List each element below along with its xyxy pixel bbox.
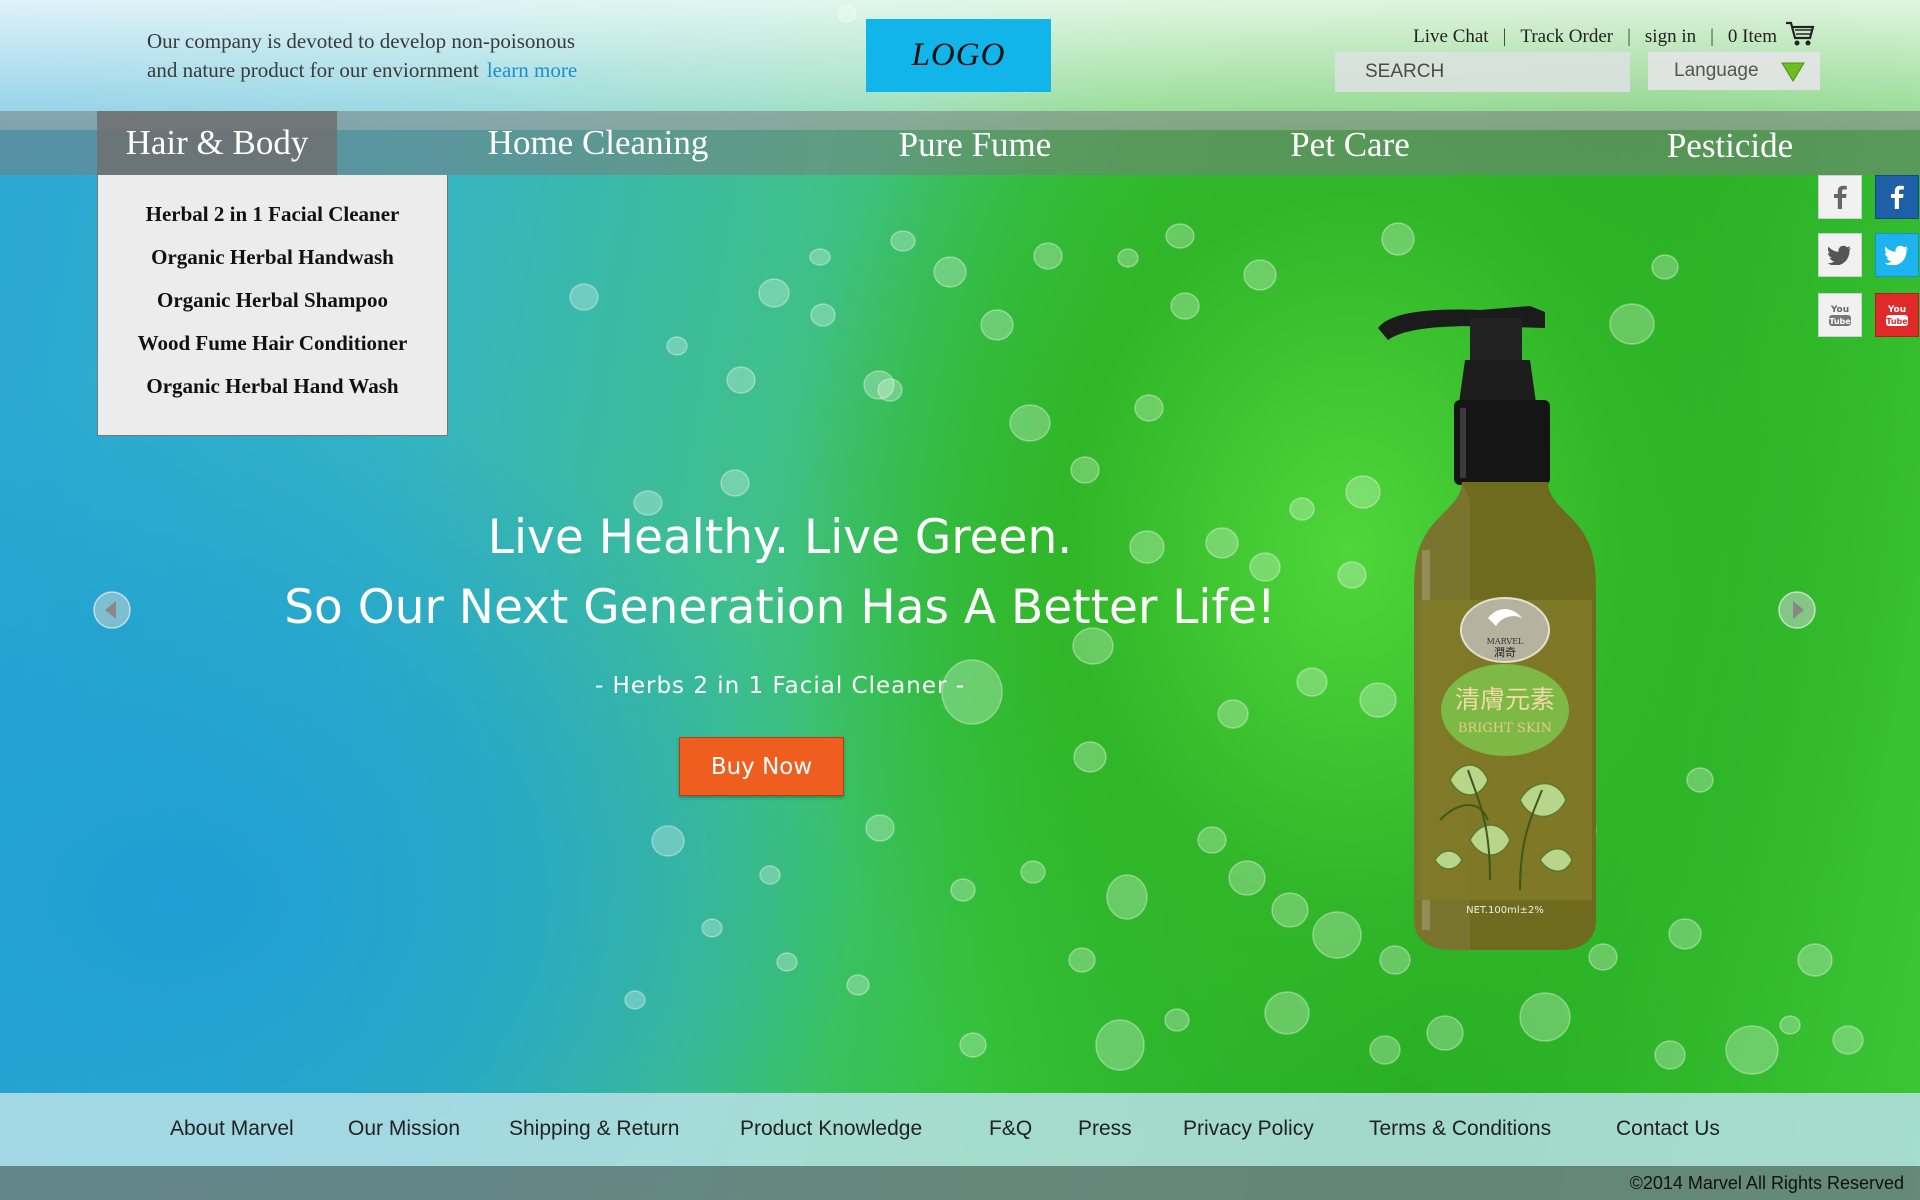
live-chat-link[interactable]: Live Chat bbox=[1413, 26, 1488, 48]
tagline-line-1: Our company is devoted to develop non-po… bbox=[147, 29, 576, 53]
product-brand-cn: 潤奇 bbox=[1494, 646, 1516, 659]
tagline-line-2: and nature product for our enviornment le… bbox=[147, 56, 707, 85]
nav-item-home-cleaning[interactable]: Home Cleaning bbox=[468, 111, 728, 175]
learn-more-link[interactable]: learn more bbox=[487, 58, 577, 82]
tagline-line-2-text: and nature product for our enviornment bbox=[147, 58, 479, 82]
footer-link-press[interactable]: Press bbox=[1078, 1117, 1132, 1141]
separator: | bbox=[1502, 26, 1507, 47]
nav-dropdown-menu: Herbal 2 in 1 Facial Cleaner Organic Her… bbox=[97, 175, 448, 436]
twitter-icon[interactable] bbox=[1875, 233, 1919, 277]
chevron-down-icon bbox=[1780, 61, 1806, 89]
separator: | bbox=[1710, 26, 1714, 47]
nav-item-hair-body[interactable]: Hair & Body bbox=[97, 111, 337, 175]
copyright-bar: ©2014 Marvel All Rights Reserved bbox=[0, 1166, 1920, 1200]
cart-count[interactable]: 0 Item bbox=[1728, 26, 1777, 48]
track-order-link[interactable]: Track Order bbox=[1520, 26, 1613, 48]
footer-link-contact[interactable]: Contact Us bbox=[1616, 1117, 1720, 1141]
product-label-en: BRIGHT SKIN bbox=[1458, 721, 1552, 736]
footer-link-terms[interactable]: Terms & Conditions bbox=[1369, 1117, 1551, 1141]
nav-item-pet-care[interactable]: Pet Care bbox=[1250, 111, 1450, 175]
separator: | bbox=[1627, 26, 1631, 47]
search-input[interactable] bbox=[1335, 52, 1630, 92]
shopping-cart-icon[interactable] bbox=[1785, 20, 1815, 54]
footer-link-product-knowledge[interactable]: Product Knowledge bbox=[740, 1117, 922, 1141]
carousel-prev-arrow-icon[interactable] bbox=[93, 591, 131, 629]
youtube-grey-icon[interactable]: You Tube bbox=[1818, 293, 1862, 337]
product-label-cn: 清膚元素 bbox=[1455, 685, 1555, 714]
main-nav: Hair & Body Home Cleaning Pure Fume Pet … bbox=[0, 111, 1920, 175]
product-bottle-image: MARVEL 潤奇 清膚元素 BRIGHT SKIN NET.100ml±2% bbox=[1378, 306, 1596, 950]
footer-link-privacy[interactable]: Privacy Policy bbox=[1183, 1117, 1314, 1141]
dropdown-item-hand-wash[interactable]: Organic Herbal Hand Wash bbox=[98, 371, 447, 414]
dropdown-item-shampoo[interactable]: Organic Herbal Shampoo bbox=[98, 285, 447, 328]
company-tagline: Our company is devoted to develop non-po… bbox=[147, 27, 707, 85]
nav-item-pure-fume[interactable]: Pure Fume bbox=[860, 111, 1090, 175]
footer-link-shipping[interactable]: Shipping & Return bbox=[509, 1117, 679, 1141]
language-select[interactable]: Language bbox=[1648, 52, 1820, 90]
twitter-grey-icon[interactable] bbox=[1818, 233, 1862, 277]
dropdown-item-handwash[interactable]: Organic Herbal Handwash bbox=[98, 242, 447, 285]
hero-headline-line-1: Live Healthy. Live Green. bbox=[487, 510, 1073, 565]
facebook-icon[interactable] bbox=[1875, 175, 1919, 219]
svg-text:Tube: Tube bbox=[1829, 317, 1851, 326]
buy-now-button[interactable]: Buy Now bbox=[679, 737, 844, 796]
facebook-grey-icon[interactable] bbox=[1818, 175, 1862, 219]
language-label: Language bbox=[1674, 60, 1759, 81]
carousel-next-arrow-icon[interactable] bbox=[1778, 591, 1816, 629]
logo[interactable]: LOGO bbox=[866, 19, 1051, 92]
sign-in-link[interactable]: sign in bbox=[1645, 26, 1696, 48]
hero-headline-line-2: So Our Next Generation Has A Better Life… bbox=[284, 580, 1276, 635]
footer-link-mission[interactable]: Our Mission bbox=[348, 1117, 460, 1141]
dropdown-item-hair-conditioner[interactable]: Wood Fume Hair Conditioner bbox=[98, 328, 447, 371]
copyright-text: ©2014 Marvel All Rights Reserved bbox=[1629, 1173, 1904, 1193]
svg-text:You: You bbox=[1830, 305, 1849, 315]
svg-text:You: You bbox=[1887, 305, 1906, 315]
youtube-icon[interactable]: You Tube bbox=[1875, 293, 1919, 337]
product-brand: MARVEL bbox=[1487, 637, 1524, 646]
svg-text:Tube: Tube bbox=[1886, 317, 1908, 326]
footer-link-about[interactable]: About Marvel bbox=[170, 1117, 294, 1141]
hero-subtitle: - Herbs 2 in 1 Facial Cleaner - bbox=[594, 673, 966, 699]
dropdown-item-facial-cleaner[interactable]: Herbal 2 in 1 Facial Cleaner bbox=[98, 199, 447, 242]
footer-nav: About Marvel Our Mission Shipping & Retu… bbox=[0, 1093, 1920, 1166]
top-links: Live Chat | Track Order | sign in | 0 It… bbox=[1413, 20, 1815, 54]
product-volume: NET.100ml±2% bbox=[1466, 905, 1544, 916]
nav-item-pesticide[interactable]: Pesticide bbox=[1640, 111, 1820, 175]
footer-link-faq[interactable]: F&Q bbox=[989, 1117, 1032, 1141]
